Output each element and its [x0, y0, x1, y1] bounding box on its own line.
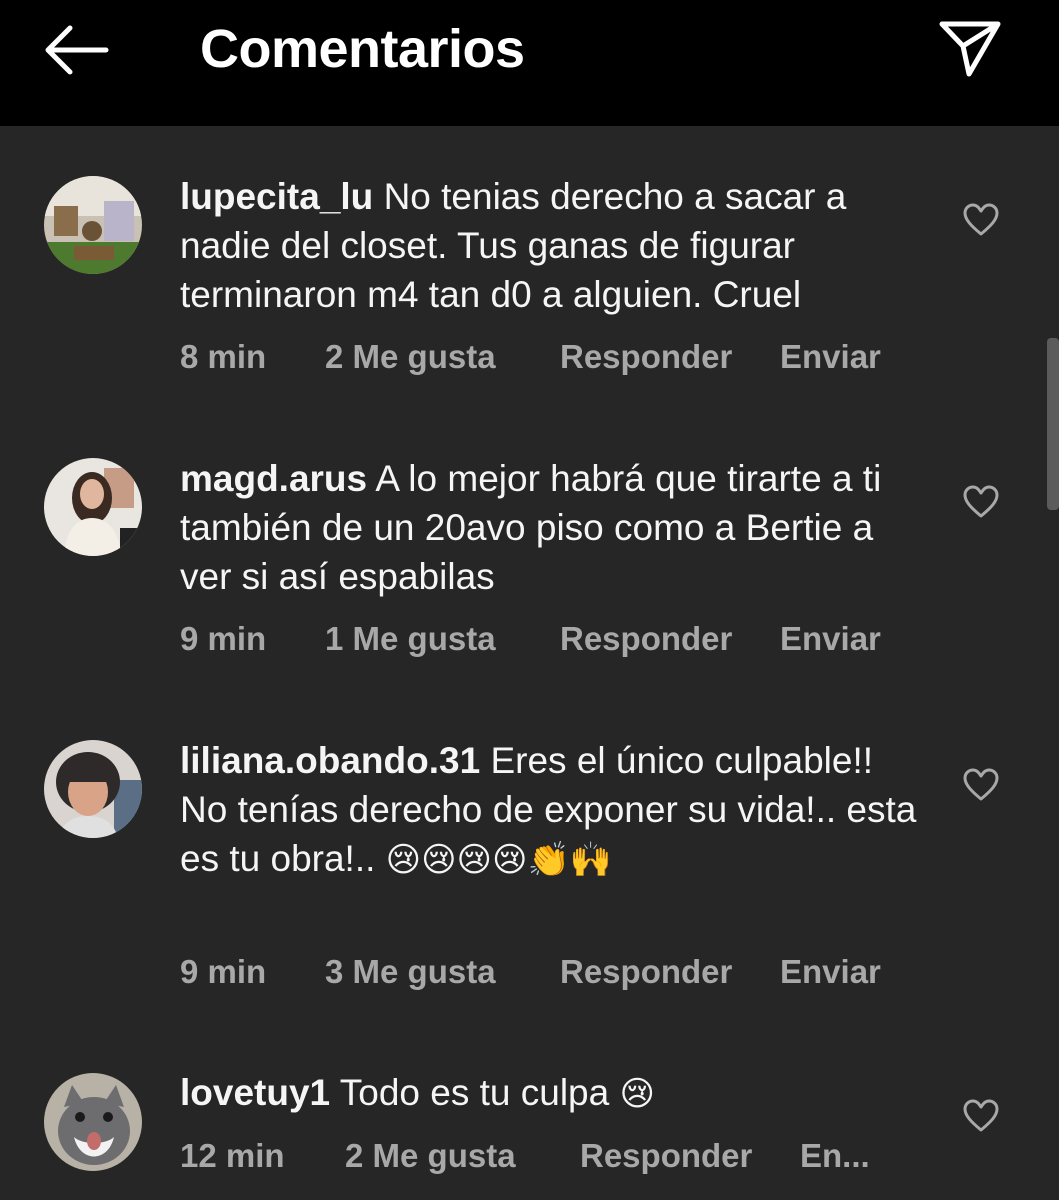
back-arrow-icon	[45, 25, 109, 75]
comment-username[interactable]: lovetuy1	[180, 1072, 330, 1113]
comment-text: Todo es tu culpa	[339, 1072, 610, 1113]
like-button[interactable]	[962, 767, 1000, 803]
comment-body: lovetuy1 Todo es tu culpa 😢	[180, 1068, 920, 1119]
comment-username[interactable]: magd.arus	[180, 458, 367, 499]
comment-username[interactable]: lupecita_lu	[180, 176, 373, 217]
back-button[interactable]	[40, 22, 112, 78]
scrollbar[interactable]	[1047, 338, 1059, 510]
comment-time: 9 min	[180, 953, 267, 990]
reply-link[interactable]: Responder	[580, 1137, 752, 1175]
likes-count[interactable]: 2 Me gusta	[345, 1137, 516, 1175]
avatar[interactable]	[44, 458, 142, 556]
reply-link[interactable]: Responder	[560, 338, 732, 376]
top-bar: Comentarios	[0, 0, 1059, 126]
send-link[interactable]: Enviar	[780, 620, 881, 658]
comment-body: magd.arus A lo mejor habrá que tirarte a…	[180, 454, 920, 601]
heart-icon	[963, 768, 999, 801]
reply-link[interactable]: Responder	[560, 953, 732, 991]
send-icon	[939, 21, 1001, 77]
heart-icon	[963, 485, 999, 518]
avatar[interactable]	[44, 176, 142, 274]
likes-count[interactable]: 1 Me gusta	[325, 620, 496, 658]
avatar[interactable]	[44, 740, 142, 838]
likes-count[interactable]: 2 Me gusta	[325, 338, 496, 376]
comment-body: liliana.obando.31 Eres el único culpable…	[180, 736, 920, 885]
likes-count[interactable]: 3 Me gusta	[325, 953, 496, 991]
comment-emojis: 😢😢😢😢👏🙌	[385, 841, 613, 879]
comment-time: 8 min	[180, 338, 267, 375]
page-title: Comentarios	[200, 19, 525, 79]
like-button[interactable]	[962, 484, 1000, 520]
send-link[interactable]: En...	[800, 1137, 870, 1175]
comment-username[interactable]: liliana.obando.31	[180, 740, 480, 781]
avatar[interactable]	[44, 1073, 142, 1171]
send-link[interactable]: Enviar	[780, 338, 881, 376]
send-link[interactable]: Enviar	[780, 953, 881, 991]
comment-time: 9 min	[180, 620, 267, 657]
like-button[interactable]	[962, 1098, 1000, 1134]
like-button[interactable]	[962, 202, 1000, 238]
reply-link[interactable]: Responder	[560, 620, 732, 658]
comment-body: lupecita_lu No tenias derecho a sacar a …	[180, 172, 920, 319]
comment-time: 12 min	[180, 1137, 285, 1174]
send-button[interactable]	[936, 18, 1004, 80]
comment-emojis: 😢	[619, 1075, 655, 1113]
heart-icon	[963, 203, 999, 236]
heart-icon	[963, 1099, 999, 1132]
